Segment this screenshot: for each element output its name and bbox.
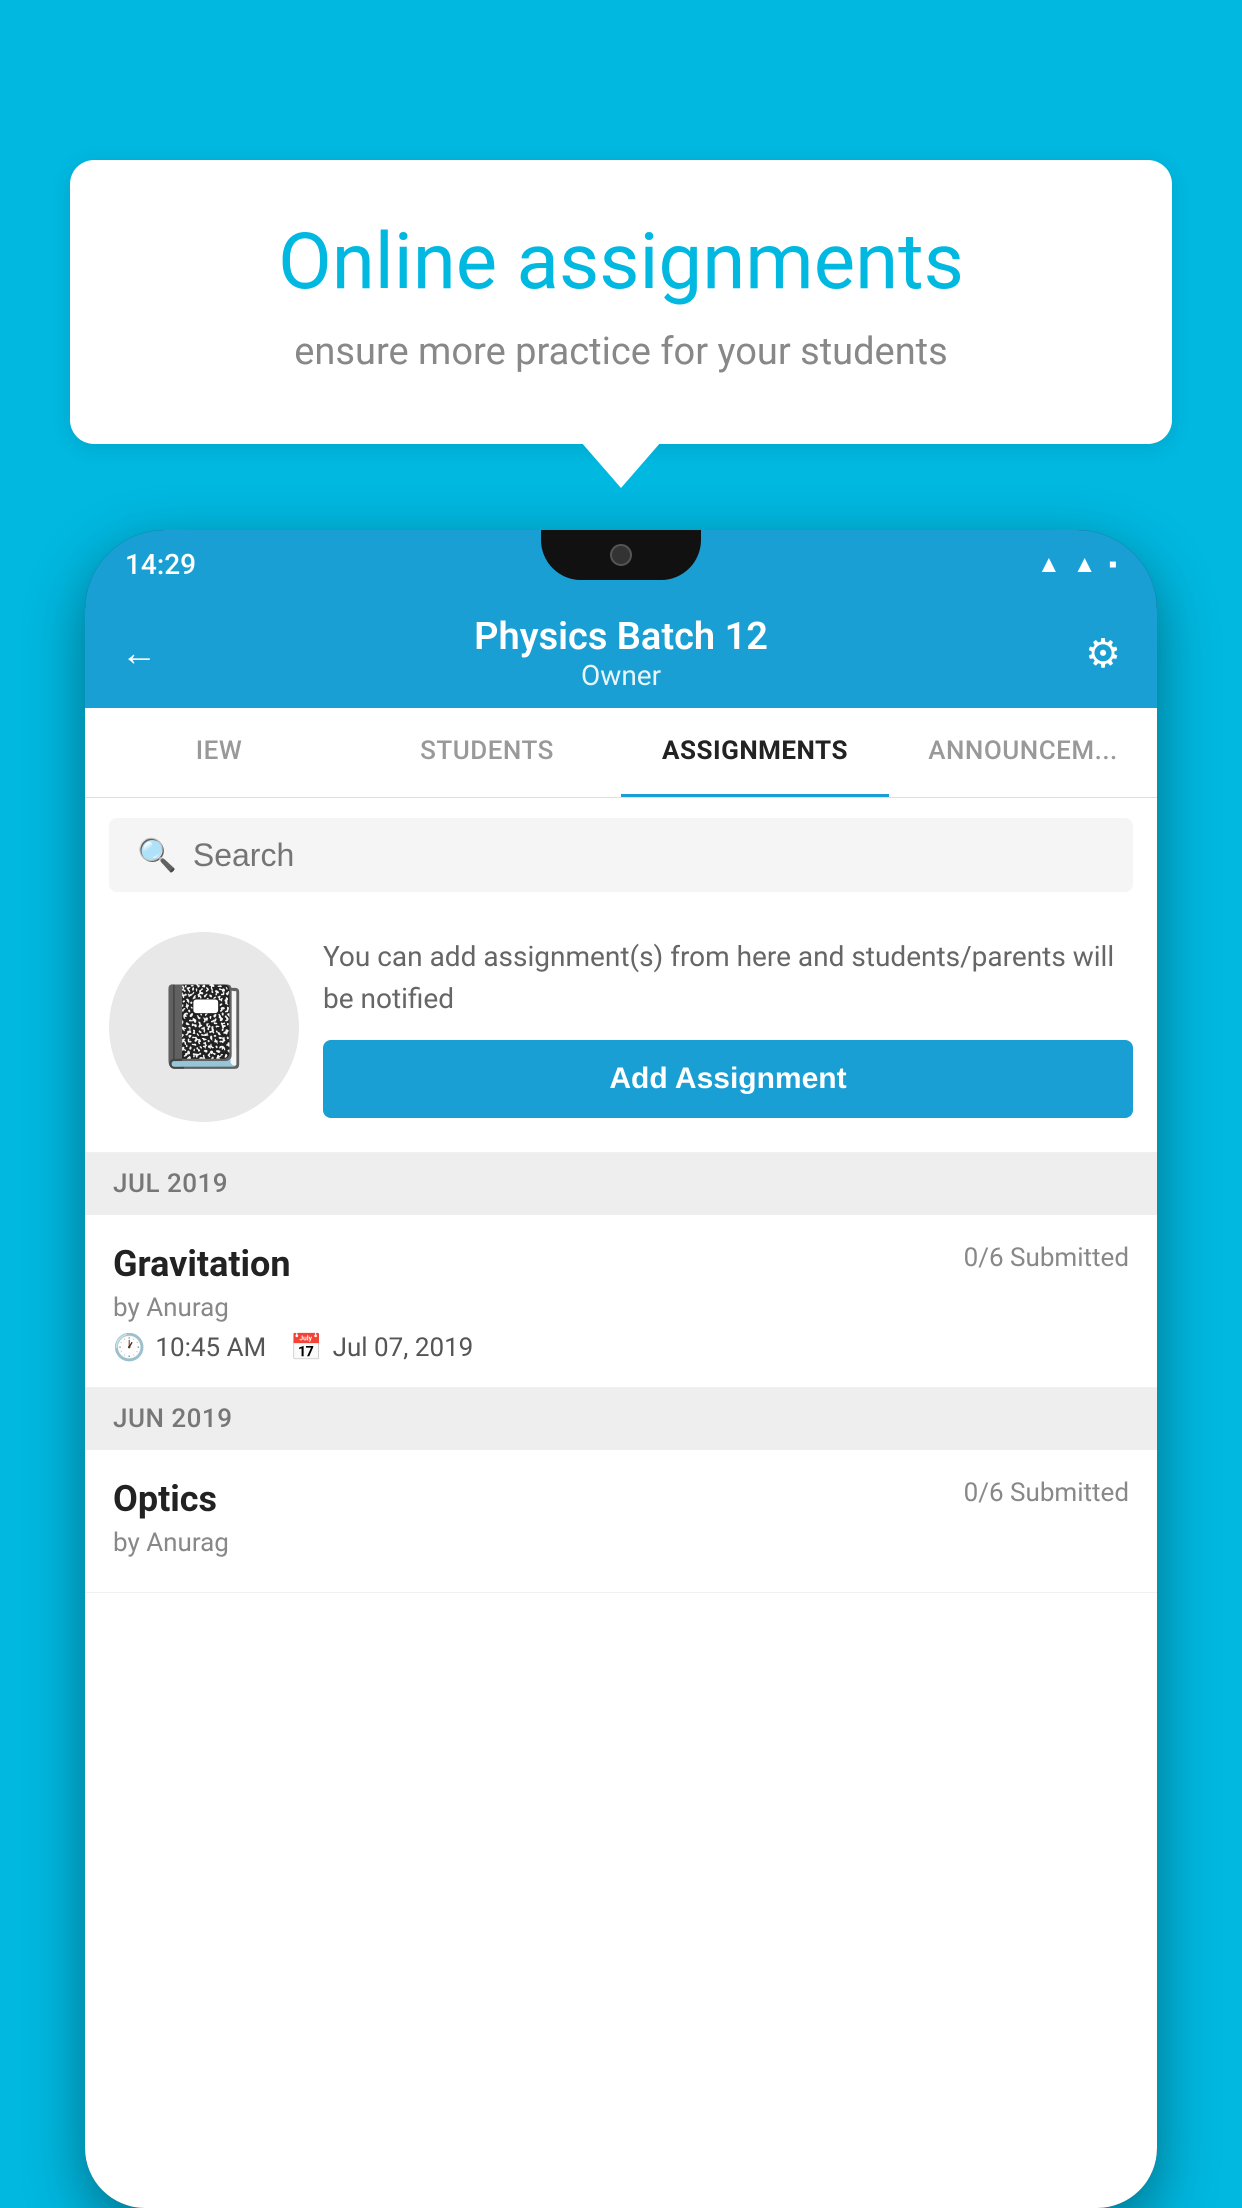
content-area: 🔍 📓 You can add assignment(s) from here … [85,798,1157,2208]
tab-assignments[interactable]: ASSIGNMENTS [621,708,889,797]
settings-icon[interactable]: ⚙ [1085,630,1121,677]
assignment-name: Gravitation [113,1243,291,1285]
assignment-by: by Anurag [113,1293,1129,1323]
phone-frame: 14:29 ▲ ▲ ▪ ← Physics Batch 12 Owner ⚙ I… [85,530,1157,2208]
status-bar: 14:29 ▲ ▲ ▪ [85,530,1157,598]
assignment-item-gravitation[interactable]: Gravitation 0/6 Submitted by Anurag 🕐 10… [85,1215,1157,1388]
batch-subtitle: Owner [157,659,1085,692]
tab-students[interactable]: STUDENTS [353,708,621,797]
wifi-icon: ▲ [1037,550,1061,579]
assignment-top-optics: Optics 0/6 Submitted [113,1478,1129,1520]
section-header-jun: JUN 2019 [85,1388,1157,1450]
assignment-item-optics[interactable]: Optics 0/6 Submitted by Anurag [85,1450,1157,1593]
add-assignment-promo: 📓 You can add assignment(s) from here an… [85,912,1157,1153]
bubble-title: Online assignments [140,220,1102,306]
section-header-jul: JUL 2019 [85,1153,1157,1215]
assignment-submitted-optics: 0/6 Submitted [964,1478,1129,1508]
signal-icon: ▲ [1073,550,1097,579]
header-title-group: Physics Batch 12 Owner [157,615,1085,692]
promo-description: You can add assignment(s) from here and … [323,936,1133,1020]
battery-icon: ▪ [1108,550,1117,579]
promo-right: You can add assignment(s) from here and … [323,936,1133,1118]
assignment-meta: 🕐 10:45 AM 📅 Jul 07, 2019 [113,1333,1129,1363]
assignment-time: 🕐 10:45 AM [113,1333,266,1363]
assignment-date: 📅 Jul 07, 2019 [290,1333,473,1363]
add-assignment-button[interactable]: Add Assignment [323,1040,1133,1118]
calendar-icon: 📅 [290,1333,322,1363]
status-icons: ▲ ▲ ▪ [1037,550,1117,579]
notch [541,530,701,580]
notebook-icon: 📓 [154,980,254,1074]
app-header: ← Physics Batch 12 Owner ⚙ [85,598,1157,708]
search-bar[interactable]: 🔍 [109,818,1133,892]
tab-announcements[interactable]: ANNOUNCEM... [889,708,1157,797]
batch-title: Physics Batch 12 [157,615,1085,659]
assignment-time-value: 10:45 AM [155,1333,266,1363]
assignment-date-value: Jul 07, 2019 [333,1333,474,1363]
promo-icon-circle: 📓 [109,932,299,1122]
clock-icon: 🕐 [113,1333,145,1363]
speech-bubble-wrapper: Online assignments ensure more practice … [70,160,1172,444]
camera-notch [610,544,632,566]
tab-iew[interactable]: IEW [85,708,353,797]
status-time: 14:29 [125,548,196,581]
assignment-top: Gravitation 0/6 Submitted [113,1243,1129,1285]
tabs-bar: IEW STUDENTS ASSIGNMENTS ANNOUNCEM... [85,708,1157,798]
bubble-subtitle: ensure more practice for your students [140,330,1102,374]
assignment-submitted: 0/6 Submitted [964,1243,1129,1273]
search-input[interactable] [193,837,1105,874]
back-button[interactable]: ← [121,632,157,674]
assignment-name-optics: Optics [113,1478,217,1520]
speech-bubble: Online assignments ensure more practice … [70,160,1172,444]
assignment-by-optics: by Anurag [113,1528,1129,1558]
search-icon: 🔍 [137,836,177,874]
